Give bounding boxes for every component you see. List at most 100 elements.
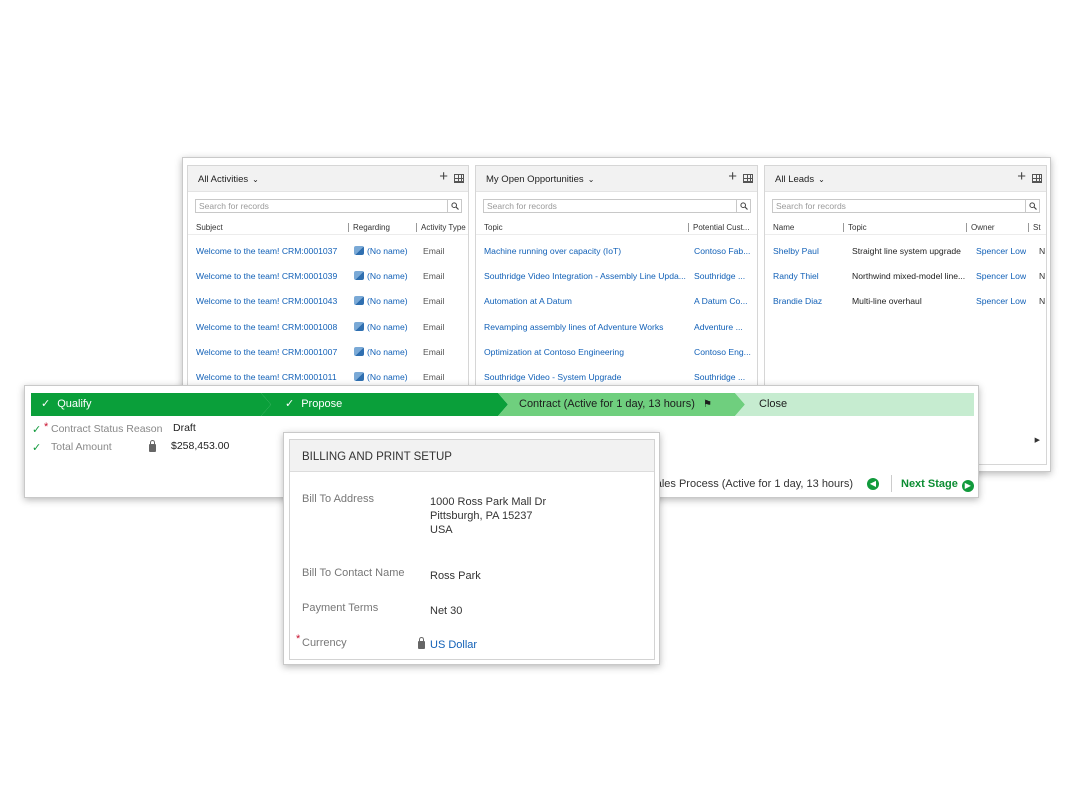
activity-subject-link[interactable]: Welcome to the team! CRM:0001043 bbox=[196, 296, 346, 306]
record-icon bbox=[354, 321, 364, 331]
activities-view-selector[interactable]: All Activities ⌄ bbox=[198, 174, 259, 185]
next-stage-button[interactable]: Next Stage ▶ bbox=[901, 478, 974, 492]
stage-close[interactable]: Close bbox=[735, 393, 974, 416]
opportunity-topic-link[interactable]: Southridge Video - System Upgrade bbox=[484, 372, 689, 382]
search-icon[interactable] bbox=[447, 200, 461, 212]
grid-view-icon[interactable] bbox=[743, 174, 753, 183]
regarding-cell[interactable]: (No name) bbox=[354, 346, 408, 357]
contract-status-label: Contract Status Reason bbox=[51, 423, 163, 435]
column-header-topic[interactable]: Topic bbox=[843, 223, 867, 232]
leads-header: All Leads ⌄ + bbox=[765, 166, 1046, 192]
regarding-cell[interactable]: (No name) bbox=[354, 271, 408, 281]
opportunity-topic-link[interactable]: Southridge Video Integration - Assembly … bbox=[484, 271, 689, 281]
table-row[interactable]: Welcome to the team! CRM:0001008 (No name… bbox=[188, 315, 468, 340]
activity-subject-link[interactable]: Welcome to the team! CRM:0001011 bbox=[196, 372, 346, 382]
customer-link[interactable]: Contoso Fab... bbox=[694, 246, 754, 256]
lead-name-link[interactable]: Shelby Paul bbox=[773, 246, 819, 256]
regarding-cell[interactable]: (No name) bbox=[354, 296, 408, 306]
table-row[interactable]: Welcome to the team! CRM:0001037 (No name… bbox=[188, 239, 468, 264]
opportunity-topic-link[interactable]: Machine running over capacity (IoT) bbox=[484, 246, 689, 256]
column-header-regarding[interactable]: Regarding bbox=[348, 223, 390, 232]
payment-terms-label: Payment Terms bbox=[302, 602, 379, 614]
column-header-activity-type[interactable]: Activity Type bbox=[416, 223, 466, 232]
activity-subject-link[interactable]: Welcome to the team! CRM:0001007 bbox=[196, 347, 346, 357]
column-header-potential-customer[interactable]: Potential Cust... bbox=[688, 223, 749, 232]
record-icon bbox=[354, 371, 364, 381]
lead-owner-link[interactable]: Spencer Low bbox=[976, 271, 1026, 281]
table-row[interactable]: Randy Thiel Northwind mixed-model line...… bbox=[765, 264, 1046, 289]
stage-label: Qualify bbox=[57, 398, 92, 410]
customer-link[interactable]: Southridge ... bbox=[694, 271, 754, 281]
table-row[interactable]: Welcome to the team! CRM:0001007 (No name… bbox=[188, 340, 468, 365]
table-row[interactable]: Automation at A Datum A Datum Co... bbox=[476, 289, 757, 314]
table-row[interactable]: Shelby Paul Straight line system upgrade S… bbox=[765, 239, 1046, 264]
customer-link[interactable]: Southridge ... bbox=[694, 372, 754, 382]
leads-search-input[interactable]: Search for records bbox=[772, 199, 1040, 213]
regarding-cell[interactable]: (No name) bbox=[354, 371, 408, 382]
opportunities-column-headers: Topic Potential Cust... bbox=[476, 223, 757, 235]
activity-type-cell: Email bbox=[423, 346, 445, 357]
activities-search-input[interactable]: Search for records bbox=[195, 199, 462, 213]
lock-icon bbox=[418, 637, 425, 652]
lead-name-link[interactable]: Brandie Diaz bbox=[773, 296, 822, 306]
column-header-subject[interactable]: Subject bbox=[192, 223, 223, 232]
activity-type-cell: Email bbox=[423, 321, 445, 332]
scroll-right-arrow-icon[interactable]: ▶ bbox=[1035, 436, 1040, 444]
stage-contract[interactable]: Contract (Active for 1 day, 13 hours) ⚑ bbox=[498, 393, 745, 416]
lead-owner-link[interactable]: Spencer Low bbox=[976, 246, 1026, 256]
lead-name-link[interactable]: Randy Thiel bbox=[773, 271, 819, 281]
leads-view-selector[interactable]: All Leads ⌄ bbox=[775, 174, 825, 185]
table-row[interactable]: Optimization at Contoso Engineering Conto… bbox=[476, 340, 757, 365]
table-row[interactable]: Welcome to the team! CRM:0001039 (No name… bbox=[188, 264, 468, 289]
required-indicator: * bbox=[44, 421, 49, 433]
stage-propose[interactable]: ✓ Propose bbox=[261, 393, 508, 416]
bill-to-address-value[interactable]: 1000 Ross Park Mall Dr Pittsburgh, PA 15… bbox=[430, 495, 546, 537]
search-placeholder: Search for records bbox=[487, 201, 557, 211]
add-activity-plus-icon[interactable]: + bbox=[439, 168, 448, 185]
activity-subject-link[interactable]: Welcome to the team! CRM:0001039 bbox=[196, 271, 346, 281]
payment-terms-value[interactable]: Net 30 bbox=[430, 604, 462, 618]
contract-status-value[interactable]: Draft bbox=[173, 422, 196, 434]
opportunities-view-selector[interactable]: My Open Opportunities ⌄ bbox=[486, 174, 594, 185]
column-header-topic[interactable]: Topic bbox=[480, 223, 503, 232]
activity-subject-link[interactable]: Welcome to the team! CRM:0001008 bbox=[196, 322, 346, 332]
bill-to-contact-value[interactable]: Ross Park bbox=[430, 569, 481, 583]
currency-link[interactable]: US Dollar bbox=[430, 638, 477, 652]
opportunity-topic-link[interactable]: Optimization at Contoso Engineering bbox=[484, 347, 689, 357]
column-header-status[interactable]: St bbox=[1028, 223, 1041, 232]
grid-view-icon[interactable] bbox=[454, 174, 464, 183]
chevron-down-icon: ⌄ bbox=[587, 175, 595, 184]
regarding-cell[interactable]: (No name) bbox=[354, 246, 408, 256]
customer-link[interactable]: A Datum Co... bbox=[694, 296, 754, 306]
lead-owner-link[interactable]: Spencer Low bbox=[976, 296, 1026, 306]
billing-card: BILLING AND PRINT SETUP Bill To Address … bbox=[283, 432, 660, 665]
regarding-cell[interactable]: (No name) bbox=[354, 321, 408, 332]
table-row[interactable]: Brandie Diaz Multi-line overhaul Spencer L… bbox=[765, 289, 1046, 314]
opportunities-search-input[interactable]: Search for records bbox=[483, 199, 751, 213]
add-opportunity-plus-icon[interactable]: + bbox=[728, 168, 737, 185]
activity-type-cell: Email bbox=[423, 246, 445, 256]
search-icon[interactable] bbox=[736, 200, 750, 212]
chevron-down-icon: ⌄ bbox=[252, 175, 259, 184]
search-icon[interactable] bbox=[1025, 200, 1039, 212]
table-row[interactable]: Machine running over capacity (IoT) Conto… bbox=[476, 239, 757, 264]
lead-status-cell: N bbox=[1039, 296, 1046, 307]
checkmark-icon: ✓ bbox=[32, 424, 42, 436]
opportunity-topic-link[interactable]: Revamping assembly lines of Adventure Wo… bbox=[484, 322, 689, 332]
chevron-down-icon: ⌄ bbox=[818, 175, 825, 184]
grid-view-icon[interactable] bbox=[1032, 174, 1042, 183]
customer-link[interactable]: Adventure ... bbox=[694, 322, 754, 332]
stage-qualify[interactable]: ✓ Qualify bbox=[31, 393, 271, 416]
opportunity-topic-link[interactable]: Automation at A Datum bbox=[484, 296, 689, 306]
table-row[interactable]: Revamping assembly lines of Adventure Wo… bbox=[476, 315, 757, 340]
table-row[interactable]: Southridge Video Integration - Assembly … bbox=[476, 264, 757, 289]
previous-stage-arrow-icon[interactable]: ◀ bbox=[867, 478, 879, 490]
activity-subject-link[interactable]: Welcome to the team! CRM:0001037 bbox=[196, 246, 346, 256]
column-header-owner[interactable]: Owner bbox=[966, 223, 995, 232]
lead-topic-cell: Multi-line overhaul bbox=[852, 296, 922, 307]
table-row[interactable]: Welcome to the team! CRM:0001043 (No name… bbox=[188, 289, 468, 314]
customer-link[interactable]: Contoso Eng... bbox=[694, 347, 754, 357]
activity-type-cell: Email bbox=[423, 296, 445, 307]
add-lead-plus-icon[interactable]: + bbox=[1017, 168, 1026, 185]
column-header-name[interactable]: Name bbox=[769, 223, 794, 232]
